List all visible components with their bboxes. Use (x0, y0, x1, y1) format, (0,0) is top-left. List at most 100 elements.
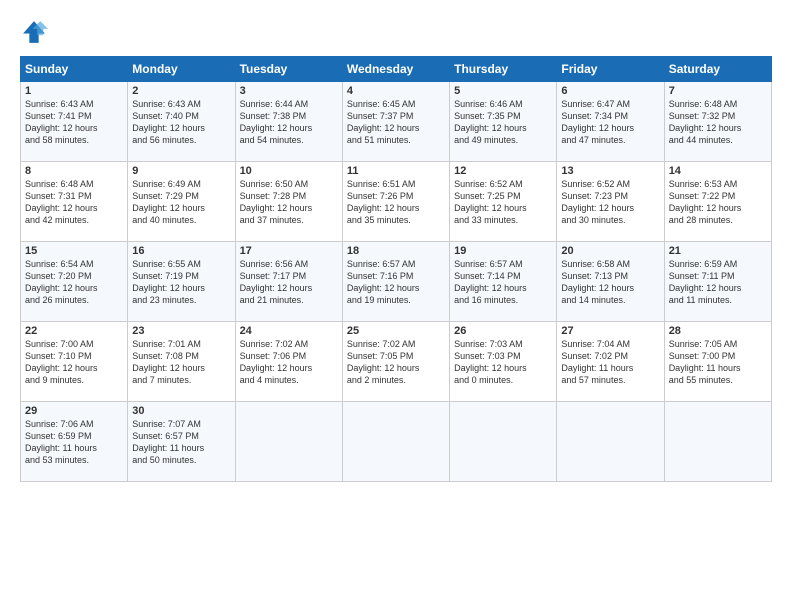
day-number: 11 (347, 165, 445, 177)
calendar-cell: 12Sunrise: 6:52 AM Sunset: 7:25 PM Dayli… (450, 162, 557, 242)
day-content: Sunrise: 6:57 AM Sunset: 7:14 PM Dayligh… (454, 258, 552, 307)
day-content: Sunrise: 7:01 AM Sunset: 7:08 PM Dayligh… (132, 338, 230, 387)
calendar-cell: 22Sunrise: 7:00 AM Sunset: 7:10 PM Dayli… (21, 322, 128, 402)
day-content: Sunrise: 6:58 AM Sunset: 7:13 PM Dayligh… (561, 258, 659, 307)
calendar-cell: 14Sunrise: 6:53 AM Sunset: 7:22 PM Dayli… (664, 162, 771, 242)
day-content: Sunrise: 6:44 AM Sunset: 7:38 PM Dayligh… (240, 98, 338, 147)
day-content: Sunrise: 6:45 AM Sunset: 7:37 PM Dayligh… (347, 98, 445, 147)
day-content: Sunrise: 6:59 AM Sunset: 7:11 PM Dayligh… (669, 258, 767, 307)
day-number: 5 (454, 85, 552, 97)
calendar-cell: 24Sunrise: 7:02 AM Sunset: 7:06 PM Dayli… (235, 322, 342, 402)
day-content: Sunrise: 6:56 AM Sunset: 7:17 PM Dayligh… (240, 258, 338, 307)
day-number: 16 (132, 245, 230, 257)
day-number: 20 (561, 245, 659, 257)
day-content: Sunrise: 6:52 AM Sunset: 7:23 PM Dayligh… (561, 178, 659, 227)
week-row-3: 15Sunrise: 6:54 AM Sunset: 7:20 PM Dayli… (21, 242, 772, 322)
calendar-cell: 29Sunrise: 7:06 AM Sunset: 6:59 PM Dayli… (21, 402, 128, 482)
calendar-cell: 9Sunrise: 6:49 AM Sunset: 7:29 PM Daylig… (128, 162, 235, 242)
week-row-4: 22Sunrise: 7:00 AM Sunset: 7:10 PM Dayli… (21, 322, 772, 402)
day-content: Sunrise: 7:05 AM Sunset: 7:00 PM Dayligh… (669, 338, 767, 387)
day-number: 9 (132, 165, 230, 177)
header-cell-friday: Friday (557, 57, 664, 82)
day-content: Sunrise: 6:48 AM Sunset: 7:31 PM Dayligh… (25, 178, 123, 227)
header-cell-sunday: Sunday (21, 57, 128, 82)
calendar-cell: 17Sunrise: 6:56 AM Sunset: 7:17 PM Dayli… (235, 242, 342, 322)
calendar-cell (664, 402, 771, 482)
calendar-cell: 1Sunrise: 6:43 AM Sunset: 7:41 PM Daylig… (21, 82, 128, 162)
day-content: Sunrise: 7:06 AM Sunset: 6:59 PM Dayligh… (25, 418, 123, 467)
calendar-header-row: SundayMondayTuesdayWednesdayThursdayFrid… (21, 57, 772, 82)
day-number: 15 (25, 245, 123, 257)
day-number: 25 (347, 325, 445, 337)
calendar-cell: 15Sunrise: 6:54 AM Sunset: 7:20 PM Dayli… (21, 242, 128, 322)
header-cell-thursday: Thursday (450, 57, 557, 82)
calendar-cell: 20Sunrise: 6:58 AM Sunset: 7:13 PM Dayli… (557, 242, 664, 322)
day-number: 27 (561, 325, 659, 337)
header-cell-wednesday: Wednesday (342, 57, 449, 82)
calendar-cell: 18Sunrise: 6:57 AM Sunset: 7:16 PM Dayli… (342, 242, 449, 322)
day-number: 2 (132, 85, 230, 97)
day-number: 30 (132, 405, 230, 417)
calendar-cell (342, 402, 449, 482)
calendar-cell: 23Sunrise: 7:01 AM Sunset: 7:08 PM Dayli… (128, 322, 235, 402)
day-content: Sunrise: 6:47 AM Sunset: 7:34 PM Dayligh… (561, 98, 659, 147)
calendar-cell: 28Sunrise: 7:05 AM Sunset: 7:00 PM Dayli… (664, 322, 771, 402)
day-content: Sunrise: 6:46 AM Sunset: 7:35 PM Dayligh… (454, 98, 552, 147)
calendar-cell: 8Sunrise: 6:48 AM Sunset: 7:31 PM Daylig… (21, 162, 128, 242)
day-number: 10 (240, 165, 338, 177)
day-content: Sunrise: 7:07 AM Sunset: 6:57 PM Dayligh… (132, 418, 230, 467)
header (20, 18, 772, 46)
calendar-cell: 7Sunrise: 6:48 AM Sunset: 7:32 PM Daylig… (664, 82, 771, 162)
day-number: 12 (454, 165, 552, 177)
day-number: 4 (347, 85, 445, 97)
calendar-cell: 3Sunrise: 6:44 AM Sunset: 7:38 PM Daylig… (235, 82, 342, 162)
calendar-cell (235, 402, 342, 482)
day-number: 28 (669, 325, 767, 337)
calendar-cell: 21Sunrise: 6:59 AM Sunset: 7:11 PM Dayli… (664, 242, 771, 322)
day-content: Sunrise: 6:50 AM Sunset: 7:28 PM Dayligh… (240, 178, 338, 227)
calendar-cell: 19Sunrise: 6:57 AM Sunset: 7:14 PM Dayli… (450, 242, 557, 322)
day-number: 17 (240, 245, 338, 257)
header-cell-tuesday: Tuesday (235, 57, 342, 82)
day-content: Sunrise: 6:43 AM Sunset: 7:40 PM Dayligh… (132, 98, 230, 147)
day-number: 29 (25, 405, 123, 417)
calendar-cell (557, 402, 664, 482)
day-number: 21 (669, 245, 767, 257)
week-row-2: 8Sunrise: 6:48 AM Sunset: 7:31 PM Daylig… (21, 162, 772, 242)
calendar-cell: 26Sunrise: 7:03 AM Sunset: 7:03 PM Dayli… (450, 322, 557, 402)
day-number: 7 (669, 85, 767, 97)
logo-icon (20, 18, 48, 46)
day-content: Sunrise: 6:53 AM Sunset: 7:22 PM Dayligh… (669, 178, 767, 227)
day-content: Sunrise: 6:51 AM Sunset: 7:26 PM Dayligh… (347, 178, 445, 227)
day-number: 26 (454, 325, 552, 337)
calendar-cell: 30Sunrise: 7:07 AM Sunset: 6:57 PM Dayli… (128, 402, 235, 482)
day-content: Sunrise: 6:49 AM Sunset: 7:29 PM Dayligh… (132, 178, 230, 227)
day-content: Sunrise: 7:03 AM Sunset: 7:03 PM Dayligh… (454, 338, 552, 387)
calendar-cell: 2Sunrise: 6:43 AM Sunset: 7:40 PM Daylig… (128, 82, 235, 162)
header-cell-monday: Monday (128, 57, 235, 82)
week-row-1: 1Sunrise: 6:43 AM Sunset: 7:41 PM Daylig… (21, 82, 772, 162)
day-number: 23 (132, 325, 230, 337)
calendar-cell: 5Sunrise: 6:46 AM Sunset: 7:35 PM Daylig… (450, 82, 557, 162)
day-number: 18 (347, 245, 445, 257)
day-content: Sunrise: 7:00 AM Sunset: 7:10 PM Dayligh… (25, 338, 123, 387)
calendar-table: SundayMondayTuesdayWednesdayThursdayFrid… (20, 56, 772, 482)
day-number: 3 (240, 85, 338, 97)
week-row-5: 29Sunrise: 7:06 AM Sunset: 6:59 PM Dayli… (21, 402, 772, 482)
day-number: 8 (25, 165, 123, 177)
day-number: 6 (561, 85, 659, 97)
page: SundayMondayTuesdayWednesdayThursdayFrid… (0, 0, 792, 612)
calendar-cell: 16Sunrise: 6:55 AM Sunset: 7:19 PM Dayli… (128, 242, 235, 322)
day-content: Sunrise: 7:04 AM Sunset: 7:02 PM Dayligh… (561, 338, 659, 387)
calendar-cell: 4Sunrise: 6:45 AM Sunset: 7:37 PM Daylig… (342, 82, 449, 162)
day-content: Sunrise: 6:57 AM Sunset: 7:16 PM Dayligh… (347, 258, 445, 307)
calendar-body: 1Sunrise: 6:43 AM Sunset: 7:41 PM Daylig… (21, 82, 772, 482)
day-content: Sunrise: 6:55 AM Sunset: 7:19 PM Dayligh… (132, 258, 230, 307)
calendar-cell: 11Sunrise: 6:51 AM Sunset: 7:26 PM Dayli… (342, 162, 449, 242)
day-content: Sunrise: 6:54 AM Sunset: 7:20 PM Dayligh… (25, 258, 123, 307)
calendar-cell: 13Sunrise: 6:52 AM Sunset: 7:23 PM Dayli… (557, 162, 664, 242)
calendar-cell: 10Sunrise: 6:50 AM Sunset: 7:28 PM Dayli… (235, 162, 342, 242)
day-number: 24 (240, 325, 338, 337)
day-content: Sunrise: 6:48 AM Sunset: 7:32 PM Dayligh… (669, 98, 767, 147)
day-content: Sunrise: 6:43 AM Sunset: 7:41 PM Dayligh… (25, 98, 123, 147)
